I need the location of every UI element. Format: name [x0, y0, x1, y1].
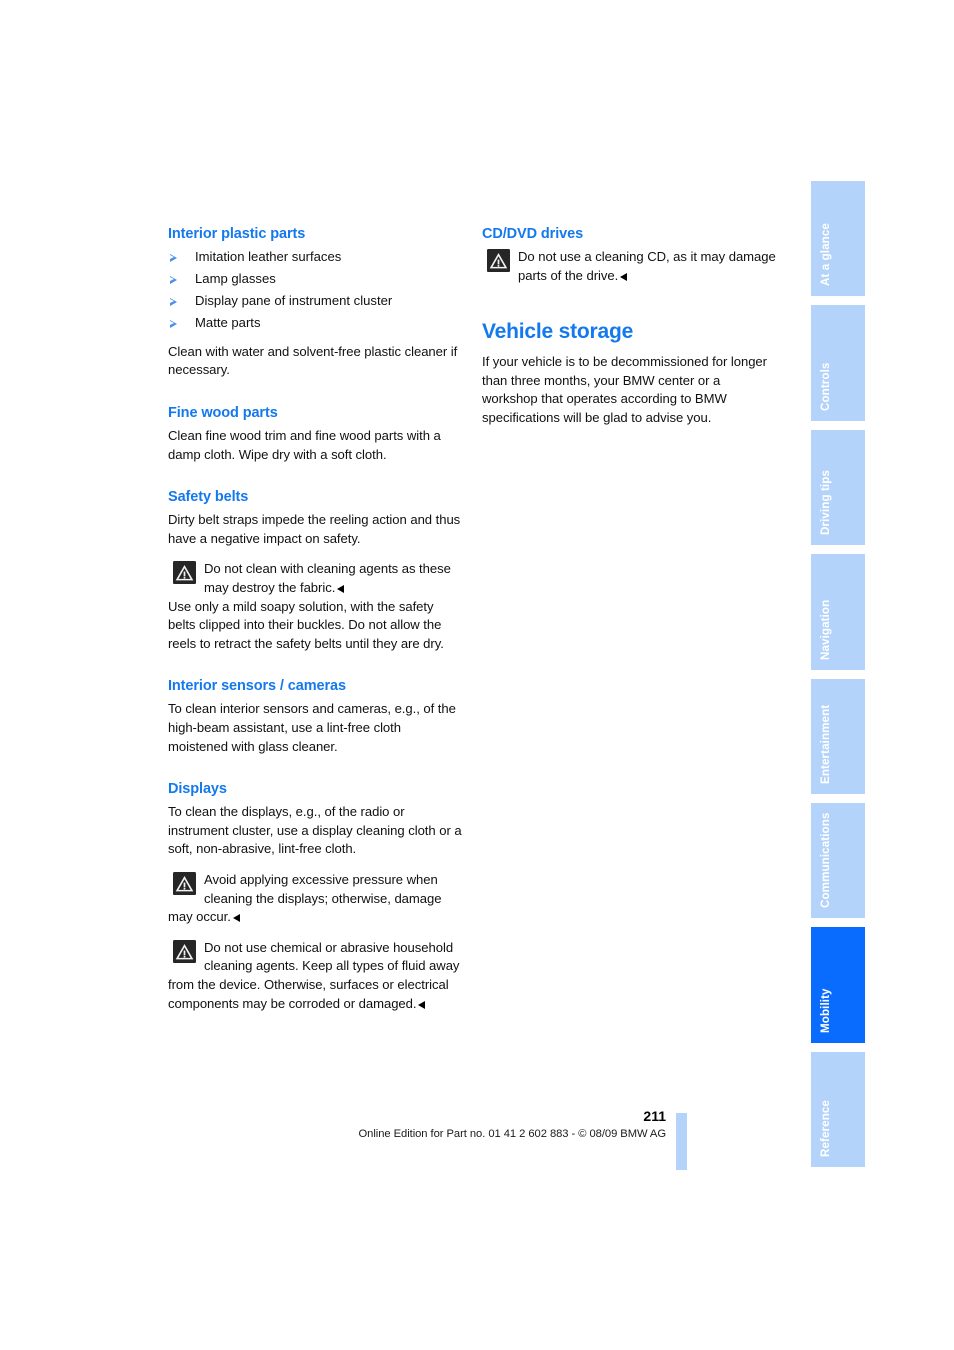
list-item: Display pane of instrument cluster — [168, 292, 462, 311]
tab-label: Reference — [818, 1100, 832, 1157]
tab-label: Driving tips — [818, 470, 832, 536]
list-item-label: Imitation leather surfaces — [195, 249, 342, 264]
section-tab-strip: At a glance Controls Driving tips Naviga… — [811, 181, 865, 1167]
tab-label: Entertainment — [818, 704, 832, 784]
triangle-right-icon — [170, 275, 177, 284]
end-of-warning-marker — [232, 914, 240, 923]
interior-sensors-cameras-body: To clean interior sensors and cameras, e… — [168, 701, 456, 754]
warning-block-safety-belts: Do not clean with cleaning agents as the… — [168, 560, 462, 597]
interior-plastic-parts-body: Clean with water and solvent-free plasti… — [168, 343, 458, 378]
tab-label: Controls — [818, 362, 832, 411]
document-page: Interior plastic parts Imitation leather… — [0, 0, 954, 1350]
right-text-column: CD/DVD drives Do not use a cleaning CD, … — [482, 225, 776, 428]
list-item: Lamp glasses — [168, 270, 462, 289]
tab-entertainment[interactable]: Entertainment — [811, 678, 865, 794]
triangle-right-icon — [170, 319, 177, 328]
tab-label: Mobility — [818, 988, 832, 1033]
list-item-label: Matte parts — [195, 315, 261, 331]
heading-interior-plastic-parts: Interior plastic parts — [168, 226, 306, 242]
page-number: 211 — [643, 1108, 666, 1124]
safety-belts-body-1: Dirty belt straps impede the reeling act… — [168, 512, 461, 546]
tab-label: Navigation — [818, 599, 832, 660]
footer-accent-bar — [676, 1113, 687, 1170]
safety-belts-body-2: Use only a mild soapy solution, with the… — [168, 598, 444, 651]
list-item-label: Display pane of instrument cluster — [195, 293, 393, 309]
chapter-title-vehicle-storage: Vehicle storage — [482, 320, 634, 344]
triangle-right-icon — [170, 253, 177, 262]
tab-navigation[interactable]: Navigation — [811, 554, 865, 670]
warning-icon — [173, 939, 196, 963]
warning-icon — [173, 561, 196, 585]
warning-block-cd-dvd: Do not use a cleaning CD, as it may dama… — [482, 248, 776, 285]
tab-label: At a glance — [818, 223, 832, 287]
end-of-warning-marker — [620, 272, 628, 281]
fine-wood-parts-body: Clean fine wood trim and fine wood parts… — [168, 428, 441, 462]
heading-cd-dvd-drives: CD/DVD drives — [482, 226, 584, 242]
warning-text: Avoid applying excessive pressure when c… — [168, 871, 442, 925]
footer-imprint: Online Edition for Part no. 01 41 2 602 … — [358, 1128, 667, 1140]
end-of-warning-marker — [418, 1000, 426, 1009]
warning-icon — [487, 249, 510, 272]
tab-mobility[interactable]: Mobility — [811, 927, 865, 1043]
interior-plastic-parts-list: Imitation leather surfaces Lamp glasses … — [168, 248, 462, 333]
end-of-warning-marker — [337, 585, 345, 594]
triangle-right-icon — [170, 297, 177, 306]
tab-reference[interactable]: Reference — [811, 1051, 865, 1167]
tab-communications[interactable]: Communications — [811, 802, 865, 919]
heading-interior-sensors-cameras: Interior sensors / cameras — [168, 678, 346, 695]
warning-text: Do not clean with cleaning agents as the… — [204, 561, 451, 596]
heading-safety-belts: Safety belts — [168, 489, 249, 506]
tab-at-a-glance[interactable]: At a glance — [811, 181, 865, 297]
list-item-label: Lamp glasses — [195, 271, 276, 287]
vehicle-storage-body: If your vehicle is to be decommissioned … — [482, 354, 767, 425]
tab-label: Communications — [818, 812, 832, 909]
warning-icon — [173, 871, 196, 895]
heading-fine-wood-parts: Fine wood parts — [168, 405, 278, 422]
warning-text: Do not use a cleaning CD, as it may dama… — [518, 249, 776, 283]
tab-controls[interactable]: Controls — [811, 305, 865, 421]
tab-driving-tips[interactable]: Driving tips — [811, 429, 865, 546]
warning-block-displays-chemicals: Do not use chemical or abrasive househol… — [168, 939, 462, 1013]
heading-displays: Displays — [168, 781, 227, 798]
left-text-column: Interior plastic parts Imitation leather… — [168, 225, 462, 1013]
warning-text: Do not use chemical or abrasive househol… — [168, 939, 460, 1011]
warning-block-displays-pressure: Avoid applying excessive pressure when c… — [168, 871, 462, 927]
list-item: Imitation leather surfaces — [168, 248, 462, 267]
list-item: Matte parts — [168, 314, 462, 333]
displays-body: To clean the displays, e.g., of the radi… — [168, 804, 462, 857]
